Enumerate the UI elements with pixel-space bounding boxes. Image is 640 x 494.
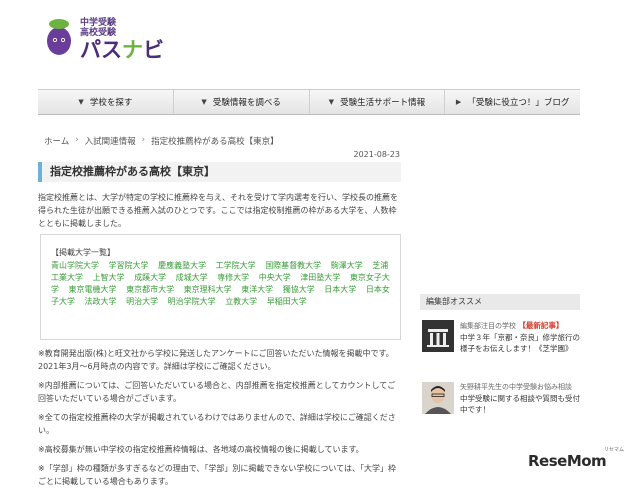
logo-line1: 中学受験	[80, 18, 117, 28]
university-list-box: 【掲載大学一覧】 青山学院大学 学習院大学 慶應義塾大学 工学院大学 国際基督教…	[40, 234, 401, 340]
sidebar-item-title: 中学３年「京都・奈良」修学旅行の様子をお伝えします！《芝学園》	[460, 333, 580, 353]
global-nav: ▼ 学校を探す ▼ 受験情報を調べる ▼ 受験生活サポート情報 ▶ 「受験に役立つ！」ブ…	[38, 89, 580, 115]
sidebar-heading: 編集部オススメ	[420, 294, 580, 310]
logo-text-left: パス	[80, 38, 122, 62]
eggplant-mascot-icon	[47, 19, 71, 55]
chevron-down-icon: ▼	[328, 98, 335, 106]
university-link[interactable]: 日本大学	[324, 285, 356, 294]
article-date: 2021-08-23	[353, 150, 401, 159]
resemom-kana: リセマム	[604, 447, 625, 453]
article-notes: ※教育開発出版(株)と旺文社から学校に発送したアンケートにご回答いただいた情報を…	[38, 347, 401, 494]
logo-text-right: ビ	[143, 38, 164, 62]
chevron-right-icon: ›	[141, 135, 146, 145]
sidebar-item-text: 編集部注目の学校 【最新記事】 中学３年「京都・奈良」修学旅行の様子をお伝えしま…	[460, 320, 582, 354]
page-title: 指定校推薦枠がある高校【東京】	[38, 162, 401, 182]
note: ※全ての指定校推薦枠の大学が掲載されているわけではありませんので、詳細は学校にご…	[38, 413, 396, 435]
university-link[interactable]: 明治大学	[126, 297, 158, 306]
sidebar-item-title: 中学受験に関する相談や質問も受付中です！	[460, 394, 580, 414]
chevron-down-icon: ▼	[201, 98, 207, 106]
note: ※高校募集が無い中学校の指定校推薦枠情報は、各地域の高校情報の後に掲載しています…	[38, 445, 364, 454]
university-link[interactable]: 工学院大学	[216, 261, 256, 270]
university-link[interactable]: 中央大学	[259, 273, 291, 282]
chevron-right-icon: ▶	[455, 98, 462, 106]
university-link[interactable]: 上智大学	[93, 273, 125, 282]
university-link[interactable]: 東京電機大学	[69, 285, 117, 294]
nav-item-exam-info[interactable]: ▼ 受験情報を調べる	[174, 90, 310, 114]
sidebar-item-consultation[interactable]: 矢野耕平先生の中学受験お悩み相談 中学受験に関する相談や質問も受付中です！	[420, 382, 580, 430]
chevron-right-icon: ›	[75, 135, 79, 145]
resemom-watermark-logo: ReseMom	[528, 452, 607, 470]
breadcrumb: ホーム › 入試関連情報 › 指定校推薦枠がある高校【東京】	[44, 135, 279, 147]
university-list-heading: 【掲載大学一覧】	[51, 248, 115, 257]
university-link[interactable]: 駒澤大学	[331, 261, 363, 270]
university-link[interactable]: 獨協大学	[283, 285, 315, 294]
author-portrait-thumbnail	[422, 382, 454, 414]
school-emblem-thumbnail	[422, 320, 454, 352]
university-list: 青山学院大学 学習院大学 慶應義塾大学 工学院大学 国際基督教大学 駒澤大学 芝…	[51, 260, 392, 308]
university-link[interactable]: 東京理科大学	[184, 285, 232, 294]
university-link[interactable]: 法政大学	[85, 297, 117, 306]
chevron-down-icon: ▼	[78, 98, 84, 106]
sidebar-item-text: 矢野耕平先生の中学受験お悩み相談 中学受験に関する相談や質問も受付中です！	[460, 382, 582, 415]
university-link[interactable]: 専修大学	[217, 273, 249, 282]
nav-label: 学校を探す	[89, 98, 133, 108]
university-link[interactable]: 青山学院大学	[51, 261, 99, 270]
nav-item-support-info[interactable]: ▼ 受験生活サポート情報	[310, 90, 446, 114]
university-link[interactable]: 学習院大学	[109, 261, 149, 270]
note: ※教育開発出版(株)と旺文社から学校に発送したアンケートにご回答いただいた情報を…	[38, 349, 394, 371]
nav-item-school-search[interactable]: ▼ 学校を探す	[38, 90, 174, 114]
university-link[interactable]: 成蹊大学	[134, 273, 166, 282]
note: ※「学部」枠の種類が多すぎるなどの理由で、「学部」別に掲載できない学校については…	[38, 464, 396, 486]
breadcrumb-category[interactable]: 入試関連情報	[85, 135, 136, 147]
nav-label: 「受験に役立つ！」ブログ	[467, 98, 570, 108]
university-link[interactable]: 津田塾大学	[300, 273, 340, 282]
breadcrumb-home[interactable]: ホーム	[44, 135, 69, 147]
university-link[interactable]: 立教大学	[225, 297, 257, 306]
nav-item-blog[interactable]: ▶ 「受験に役立つ！」ブログ	[445, 90, 580, 114]
university-link[interactable]: 東京都市大学	[126, 285, 174, 294]
pass-navi-logo[interactable]: 中学受験 高校受験 パスナビ	[44, 14, 174, 62]
nav-label: 受験生活サポート情報	[340, 98, 426, 108]
university-link[interactable]: 明治学院大学	[168, 297, 216, 306]
note: ※内部推薦については、ご回答いただいている場合と、内部推薦を指定校推薦としてカウ…	[38, 381, 396, 403]
sidebar-item-label: 矢野耕平先生の中学受験お悩み相談	[460, 383, 572, 391]
sidebar-item-featured-school[interactable]: 編集部注目の学校 【最新記事】 中学３年「京都・奈良」修学旅行の様子をお伝えしま…	[420, 320, 580, 368]
breadcrumb-current: 指定校推薦枠がある高校【東京】	[151, 137, 279, 147]
sidebar-item-label: 編集部注目の学校	[460, 322, 516, 330]
logo-wordmark: パスナビ	[80, 34, 164, 64]
logo-text-accent: ナ	[122, 38, 143, 62]
new-article-badge: 【最新記事】	[518, 321, 564, 330]
article-intro: 指定校推薦とは、大学が特定の学校に推薦枠を与え、それを受けて学内選考を行い、学校…	[38, 193, 398, 228]
nav-label: 受験情報を調べる	[212, 98, 281, 108]
university-link[interactable]: 早稲田大学	[267, 297, 307, 306]
university-link[interactable]: 国際基督教大学	[265, 261, 321, 270]
university-link[interactable]: 東洋大学	[241, 285, 273, 294]
university-link[interactable]: 慶應義塾大学	[158, 261, 206, 270]
university-link[interactable]: 成城大学	[176, 273, 208, 282]
